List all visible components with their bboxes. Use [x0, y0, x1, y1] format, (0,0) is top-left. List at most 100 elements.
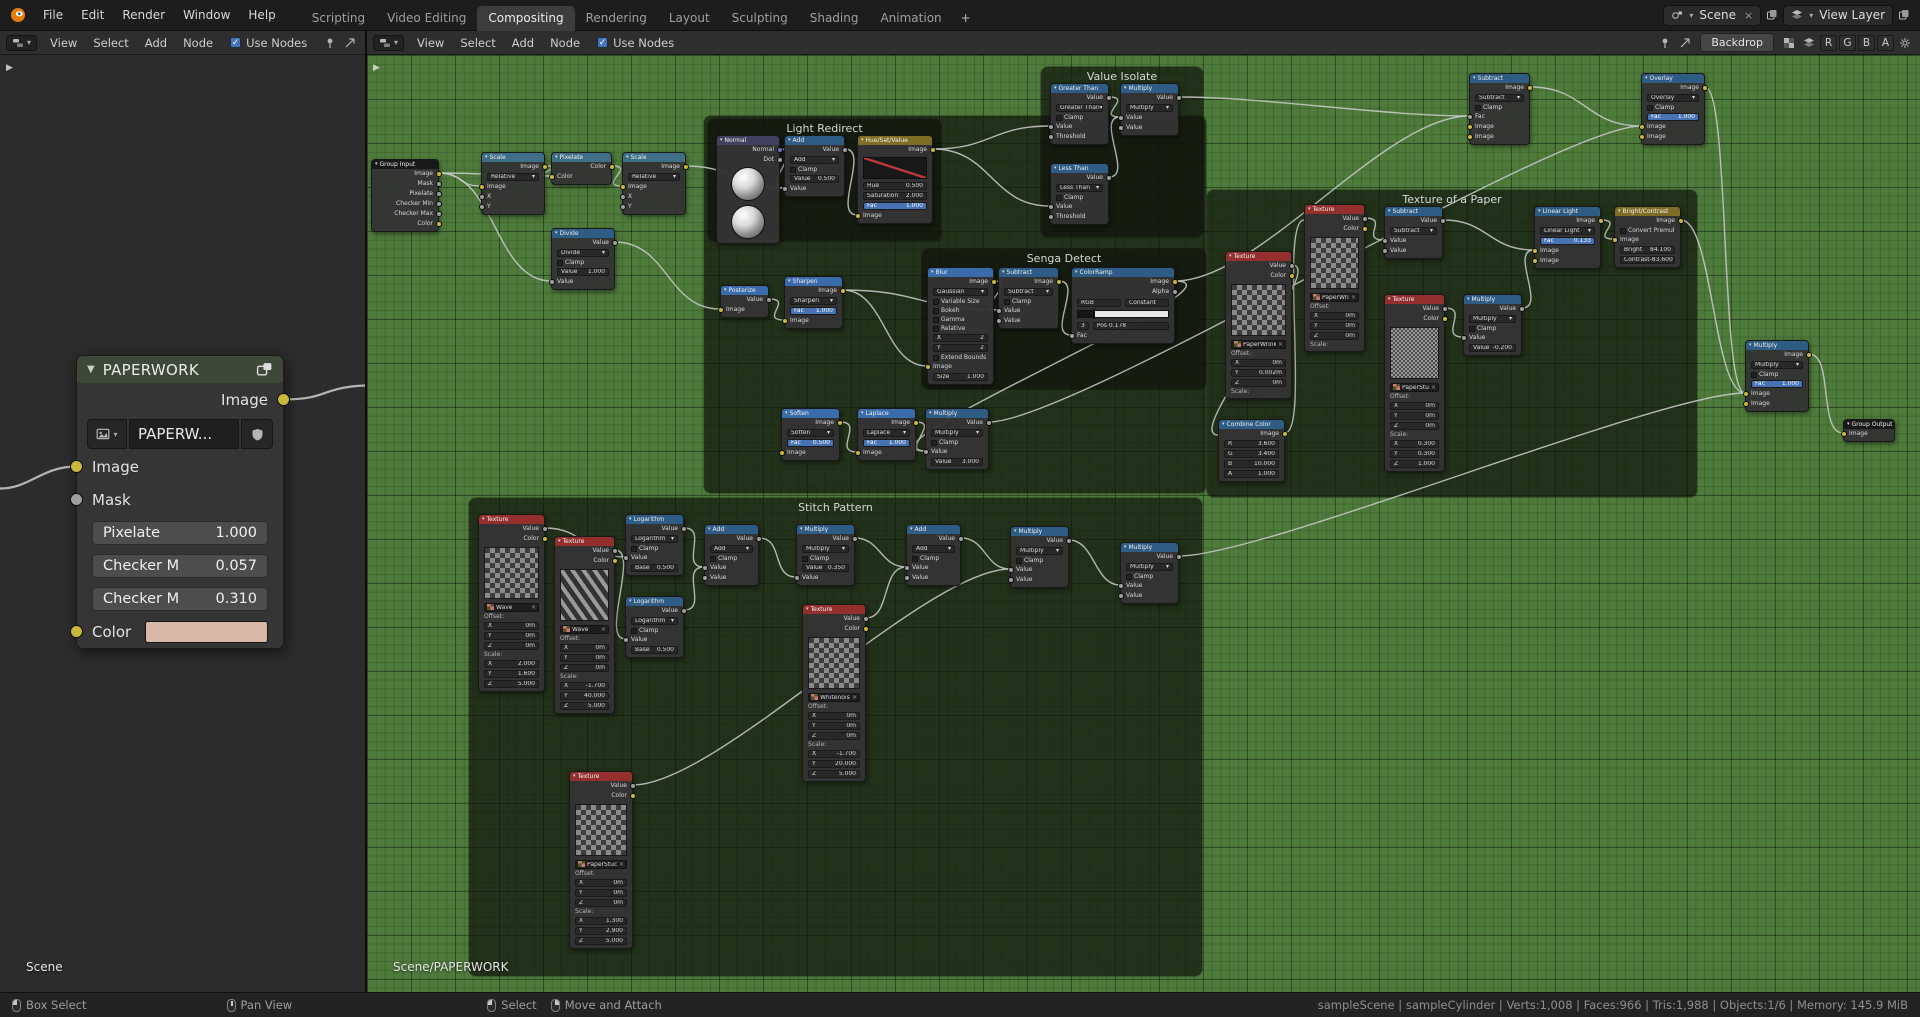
number-field[interactable]: Value3.000 [931, 458, 983, 466]
input-socket[interactable] [549, 279, 555, 285]
workspace-tab-layout[interactable]: Layout [658, 6, 721, 31]
number-field[interactable]: Y0m [1390, 412, 1439, 420]
socket-row-input[interactable]: Image [1615, 235, 1680, 245]
value-slider[interactable]: X-1.700 [803, 749, 865, 759]
value-slider[interactable]: Z0m [479, 641, 544, 651]
input-socket[interactable] [782, 186, 788, 192]
socket-row-input[interactable]: Y [623, 202, 685, 212]
node-header[interactable]: ▾Bright/Contrast [1615, 207, 1680, 216]
node-mul_vi[interactable]: ▾MultiplyValueMultiply▾ValueValue [1120, 83, 1179, 136]
checkbox[interactable] [710, 556, 716, 562]
socket-row-output[interactable]: Image [782, 418, 839, 428]
socket-row-output[interactable]: Value [1385, 304, 1444, 314]
output-socket[interactable] [852, 536, 858, 542]
enum-dropdown[interactable]: Divide▾ [552, 248, 614, 258]
socket-row-input[interactable]: Color [552, 172, 611, 182]
socket-row-input[interactable]: Threshold [1051, 132, 1108, 142]
node-header[interactable]: ▾Combine Color [1219, 420, 1284, 429]
node-tex_b2[interactable]: ▾TextureValueColorWave×Offset:X0mY0mZ0mS… [554, 536, 615, 714]
enum-dropdown[interactable]: Linear Light▾ [1535, 226, 1600, 236]
output-socket[interactable] [1362, 226, 1368, 232]
collapse-icon[interactable]: ▾ [806, 607, 809, 612]
socket-row-input[interactable]: X [482, 192, 544, 202]
channel-button-b[interactable]: B [1858, 35, 1875, 51]
output-socket[interactable] [436, 181, 442, 187]
input-socket[interactable] [1532, 258, 1538, 264]
menu-file[interactable]: File [34, 0, 72, 30]
checkbox[interactable] [1751, 372, 1757, 378]
group-input-socket-color[interactable] [70, 625, 83, 638]
number-field[interactable]: X0m [575, 879, 627, 887]
output-socket[interactable] [542, 536, 548, 542]
node-mul_b9[interactable]: ▾MultiplyValueMultiply▾ClampValueValue [1120, 542, 1179, 604]
header-menu-select[interactable]: Select [86, 34, 135, 52]
node-header[interactable]: ▾Texture [1226, 252, 1291, 261]
channel-button-r[interactable]: R [1820, 35, 1837, 51]
node-header[interactable]: ▾Multiply [1464, 295, 1521, 304]
output-socket[interactable] [630, 783, 636, 789]
socket-row-output[interactable]: Value [1051, 173, 1108, 183]
socket-row-output[interactable]: Normal [717, 145, 779, 155]
output-socket[interactable] [1176, 554, 1182, 560]
unlink-icon[interactable]: × [852, 695, 857, 701]
node-header[interactable]: ▾Group Input [372, 160, 438, 169]
enum-dropdown[interactable]: Relative▾ [623, 172, 685, 182]
checkbox[interactable] [1620, 228, 1626, 234]
number-field[interactable]: Z0m [808, 732, 860, 740]
output-socket[interactable] [837, 420, 843, 426]
output-socket[interactable] [436, 221, 442, 227]
checkbox[interactable] [933, 299, 939, 305]
node-tex_a3[interactable]: ▾TextureValueColorPaperWrinkle×Offset:X0… [1304, 204, 1365, 352]
collapse-icon[interactable]: ▾ [788, 279, 791, 284]
node-header[interactable]: ▾Multiply [1011, 527, 1068, 536]
enum-dropdown[interactable]: Less Than▾ [1051, 183, 1108, 193]
socket-row-output[interactable]: Color [1385, 314, 1444, 324]
output-socket[interactable] [986, 420, 992, 426]
number-field[interactable]: Y0m [1310, 322, 1359, 330]
value-slider[interactable]: B10.000 [1219, 459, 1284, 469]
input-socket[interactable] [1467, 124, 1473, 130]
socket-row-input[interactable]: Value [1385, 236, 1442, 246]
collapse-icon[interactable]: ▾ [1538, 209, 1541, 214]
node-add_b7[interactable]: ▾AddValueAdd▾ClampValueValue [906, 524, 961, 586]
output-socket[interactable] [1598, 218, 1604, 224]
value-slider[interactable]: Y40.000 [555, 691, 614, 701]
node-header[interactable]: ▾Linear Light [1535, 207, 1600, 216]
number-field[interactable]: Y0m [484, 632, 539, 640]
dropdown-field[interactable]: Subtract▾ [1475, 94, 1524, 102]
socket-row-input[interactable]: Value [1011, 575, 1068, 585]
node-header[interactable]: ▾Multiply [1121, 84, 1178, 93]
input-socket[interactable] [904, 565, 910, 571]
number-field[interactable]: Fac1.000 [790, 307, 837, 315]
socket-row-input[interactable]: Y [482, 202, 544, 212]
checkbox-row[interactable]: Clamp [926, 438, 988, 447]
dropdown-field[interactable]: Multiply▾ [931, 429, 983, 437]
collapse-icon[interactable]: ▾ [1308, 207, 1311, 212]
socket-row-output[interactable]: Value [626, 524, 683, 534]
node-header[interactable]: ▾Group Output [1844, 420, 1894, 429]
output-socket[interactable] [612, 240, 618, 246]
number-field[interactable]: Y0m [575, 889, 627, 897]
socket-row-output[interactable]: Image [482, 162, 544, 172]
socket-row-output[interactable]: Image [858, 145, 932, 155]
output-socket[interactable] [1172, 289, 1178, 295]
dropdown-field[interactable]: Multiply▾ [1126, 104, 1173, 112]
output-socket[interactable] [1442, 306, 1448, 312]
value-slider[interactable]: Z5.000 [555, 701, 614, 711]
input-socket[interactable] [1743, 401, 1749, 407]
socket-row-output[interactable]: Image [1072, 277, 1174, 287]
input-socket[interactable] [702, 565, 708, 571]
group-output-socket[interactable] [277, 393, 290, 406]
socket-row-output[interactable]: Value [479, 524, 544, 534]
socket-row-input[interactable]: Value [626, 553, 683, 563]
socket-row-input[interactable]: Image [1535, 246, 1600, 256]
output-socket[interactable] [681, 526, 687, 532]
checkbox-row[interactable]: Gamma [928, 315, 993, 324]
checkbox[interactable] [1647, 105, 1653, 111]
number-field[interactable]: X2.000 [484, 660, 539, 668]
checkbox-row[interactable]: Clamp [1470, 103, 1529, 112]
node-header[interactable]: ▾Normal [717, 136, 779, 145]
node-brightcontrast[interactable]: ▾Bright/ContrastImageConvert PremulImage… [1614, 206, 1681, 268]
collapse-icon[interactable]: ▾ [1124, 86, 1127, 91]
scene-selector[interactable]: ▾ Scene × [1663, 5, 1761, 26]
